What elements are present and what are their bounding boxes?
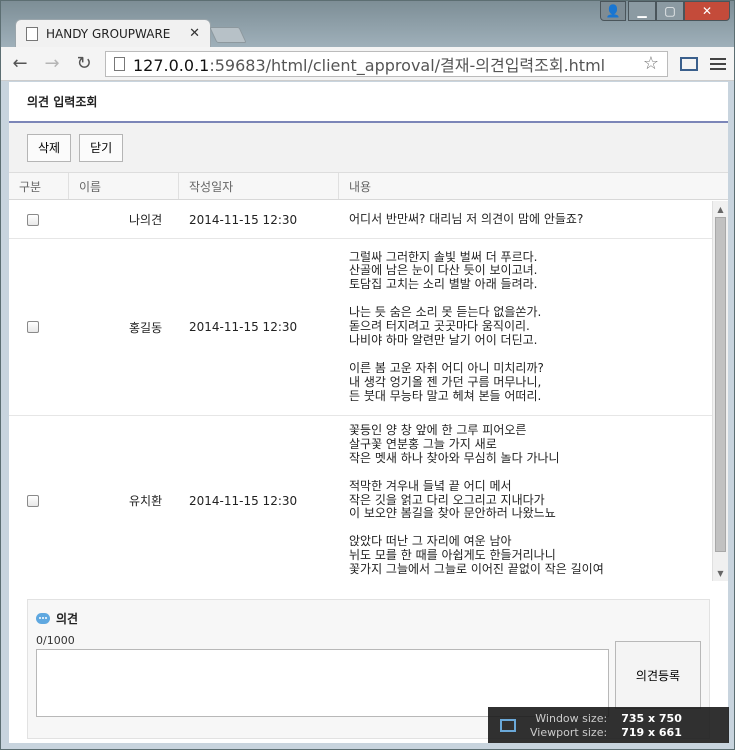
table-row: 유치환 2014-11-15 12:30 꽃등인 양 창 앞에 한 그루 피어오… — [9, 416, 712, 581]
opinion-heading: 의견 — [36, 608, 701, 628]
scrollbar-thumb[interactable] — [715, 217, 726, 552]
browser-tab[interactable]: HANDY GROUPWARE ✕ — [15, 19, 211, 47]
row-content: 꽃등인 양 창 앞에 한 그루 피어오른 살구꽃 연분홍 그늘 가지 새로 작은… — [349, 423, 604, 577]
column-header-type: 구분 — [9, 173, 69, 199]
submit-opinion-button[interactable]: 의견등록 — [615, 641, 701, 709]
row-content: 어디서 반만써? 대리님 저 의견이 맘에 안들죠? — [349, 211, 584, 226]
page-content: 의견 입력조회 삭제 닫기 구분 이름 작성일자 내용 나의견 2014-11-… — [9, 82, 728, 743]
character-counter: 0/1000 — [36, 634, 75, 647]
menu-icon[interactable] — [710, 57, 726, 70]
maximize-button[interactable]: ▢ — [656, 1, 684, 21]
row-checkbox[interactable] — [27, 213, 39, 226]
opinion-label: 의견 — [56, 611, 79, 626]
scroll-up-icon[interactable]: ▲ — [713, 201, 728, 217]
column-header-date: 작성일자 — [179, 173, 339, 199]
table-row: 홍길동 2014-11-15 12:30 그럴싸 그러한지 솔빛 벌써 더 푸르… — [9, 239, 712, 416]
viewport-size-label: Viewport size: — [530, 725, 608, 739]
speech-bubble-icon — [36, 612, 50, 624]
close-window-button[interactable]: ✕ — [684, 1, 730, 21]
row-date: 2014-11-15 12:30 — [189, 493, 298, 508]
table-row: 나의견 2014-11-15 12:30 어디서 반만써? 대리님 저 의견이 … — [9, 201, 712, 239]
tab-title: HANDY GROUPWARE — [46, 26, 171, 41]
monitor-icon — [500, 718, 516, 732]
back-arrow-icon[interactable]: ← — [9, 53, 31, 75]
viewport-size-value: 719 x 661 — [621, 725, 682, 739]
row-checkbox[interactable] — [27, 494, 39, 507]
window-size-label: Window size: — [535, 711, 608, 725]
window-size-value: 735 x 750 — [621, 711, 682, 725]
window-controls: 👤 ▁ ▢ ✕ — [600, 1, 730, 21]
table-body: 나의견 2014-11-15 12:30 어디서 반만써? 대리님 저 의견이 … — [9, 201, 712, 581]
bookmark-star-icon[interactable]: ☆ — [643, 53, 659, 74]
row-content: 그럴싸 그러한지 솔빛 벌써 더 푸르다. 산골에 남은 눈이 다산 듯이 보이… — [349, 249, 544, 403]
action-bar: 삭제 닫기 — [9, 123, 728, 173]
address-bar[interactable]: 127.0.0.1:59683/html/client_approval/결재-… — [105, 50, 668, 77]
scroll-down-icon[interactable]: ▼ — [713, 565, 728, 581]
table-header: 구분 이름 작성일자 내용 — [9, 173, 728, 200]
page-title: 의견 입력조회 — [9, 82, 728, 123]
row-name: 나의견 — [129, 213, 163, 227]
column-header-content: 내용 — [349, 179, 372, 194]
row-name: 홍길동 — [129, 320, 163, 335]
minimize-button[interactable]: ▁ — [628, 1, 656, 21]
window-resizer-extension-icon[interactable] — [678, 53, 700, 75]
row-name: 유치환 — [129, 494, 163, 508]
page-icon — [114, 56, 125, 71]
user-icon[interactable]: 👤 — [600, 1, 626, 21]
close-button[interactable]: 닫기 — [79, 133, 124, 162]
tab-close-icon[interactable]: ✕ — [189, 26, 200, 41]
table-scrollbar[interactable]: ▲ ▼ — [712, 201, 728, 581]
browser-window: HANDY GROUPWARE ✕ 👤 ▁ ▢ ✕ ← → ↻ 127.0.0.… — [0, 0, 735, 750]
reload-icon[interactable]: ↻ — [73, 53, 95, 75]
column-header-name: 이름 — [69, 173, 179, 199]
title-bar: HANDY GROUPWARE ✕ 👤 ▁ ▢ ✕ — [1, 1, 734, 47]
forward-arrow-icon[interactable]: → — [41, 53, 63, 75]
row-checkbox[interactable] — [27, 321, 39, 333]
row-date: 2014-11-15 12:30 — [189, 212, 298, 227]
window-size-overlay: Window size: 735 x 750 Viewport size: 71… — [488, 707, 729, 743]
new-tab-button[interactable] — [209, 27, 247, 43]
delete-button[interactable]: 삭제 — [27, 133, 72, 162]
document-icon — [26, 26, 38, 41]
browser-toolbar: ← → ↻ 127.0.0.1:59683/html/client_approv… — [1, 47, 734, 81]
row-date: 2014-11-15 12:30 — [189, 320, 298, 334]
url-text: 127.0.0.1:59683/html/client_approval/결재-… — [133, 55, 606, 75]
